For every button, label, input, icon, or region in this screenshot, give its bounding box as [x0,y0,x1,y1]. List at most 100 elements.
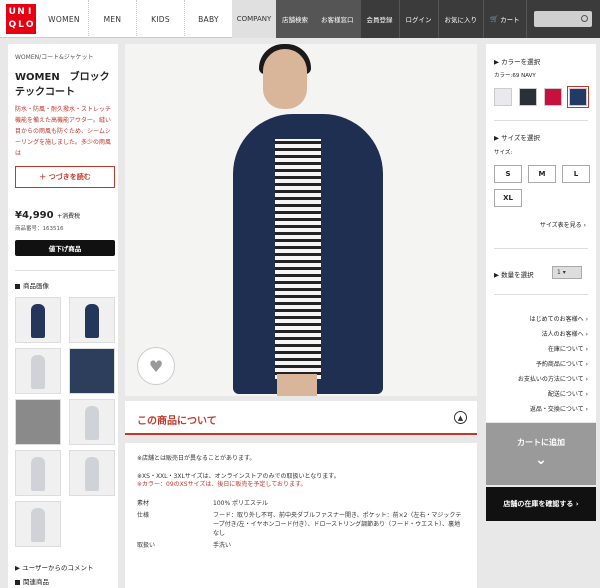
thumbnail-figure [85,406,99,440]
size-option[interactable]: S [494,165,522,183]
top-header: U N I Q L O WOMEN MEN KIDS BABY COMPANY … [0,0,600,38]
collapse-chevron-icon[interactable]: ▲ [454,411,467,424]
nav-kids[interactable]: KIDS [136,0,184,38]
product-images-heading: 商品画像 [15,280,49,290]
spec-row: 仕様 フード：取り外し不可、前中央ダブルファスナー開き、ポケット：前×2（左右・マ… [137,511,465,538]
thumbnail-figure [31,304,45,338]
logo-char: O [25,20,34,30]
note-store: ※店舗とは販売日が異なることがあります。 [137,455,256,462]
main-nav: WOMEN MEN KIDS BABY [40,0,232,38]
color-swatch[interactable] [544,88,562,106]
price-value: ¥4,990 [15,210,54,221]
search-input[interactable] [534,11,592,27]
quantity-select[interactable]: 1 ▾ [552,266,582,279]
nav-company[interactable]: COMPANY [232,0,276,38]
product-description: 防水・防風・耐久撥水・ストレッチ機能を備えた高機能アウター。縫い目からの雨風も防… [15,106,112,157]
divider [494,120,588,121]
product-details: ※店舗とは販売日が異なることがあります。 ※XS・XXL・3XLサイズは、オンラ… [125,443,477,588]
qty-value: 1 [557,269,561,276]
thumbnail[interactable] [15,348,61,394]
cart-link[interactable]: 🛒 カート [484,0,527,38]
size-guide-link[interactable]: サイズ表を見る › [540,220,586,229]
info-link[interactable]: お支払いの方法について [488,372,588,387]
square-bullet-icon [15,579,20,585]
info-link[interactable]: 返品・交換について [488,402,588,417]
color-heading: ▶ カラーを選択 [494,56,540,66]
size-option[interactable]: M [528,165,556,183]
add-to-cart-button[interactable]: カートに追加 ⌄ [486,423,596,485]
divider [494,248,588,249]
divider [494,294,588,295]
size-option[interactable]: XL [494,189,522,207]
thumbnail[interactable] [69,450,115,496]
size-heading: ▶ サイズを選択 [494,132,540,142]
breadcrumb[interactable]: WOMEN/コート&ジャケット [15,52,94,61]
purchase-panel: ▶ カラーを選択 カラー:69 NAVY ▶ サイズを選択 サイズ: S M L… [486,44,596,422]
info-links: はじめてのお客様へ 法人のお客様へ 在庫について 予約商品について お支払いの方… [488,312,588,417]
store-stock-label: 店舗の在庫を確認する [503,500,574,508]
check-store-stock-button[interactable]: 店舗の在庫を確認する › [486,487,596,521]
nav-women[interactable]: WOMEN [40,0,88,38]
striped-dress-shape [275,139,321,379]
customer-service-link[interactable]: お客様窓口 [315,0,361,38]
color-value: カラー:69 NAVY [494,73,536,79]
spec-value: フード：取り外し不可、前中央ダブルファスナー開き、ポケット：前×2（左右・マジッ… [213,512,462,537]
info-link[interactable]: 法人のお客様へ [488,327,588,342]
logo-char: Q [8,20,17,30]
thumbnail[interactable] [69,297,115,343]
square-bullet-icon [15,283,20,289]
spec-key: 取扱い [137,542,156,549]
logo-char: L [18,20,24,30]
chevron-right-icon: › [573,500,579,508]
thumbnail-figure [85,457,99,491]
nav-baby[interactable]: BABY [184,0,232,38]
face-shape [263,49,307,109]
plus-icon: ＋ [39,173,49,181]
tax-note: +消費税 [57,213,81,220]
register-link[interactable]: 会員登録 [361,0,400,38]
nav-men[interactable]: MEN [88,0,136,38]
size-label: サイズを選択 [501,134,540,142]
store-search-link[interactable]: 店舗検索 [276,0,315,38]
divider [15,270,115,271]
color-swatch[interactable] [494,88,512,106]
related-label: 関連商品 [23,578,49,586]
thumbnail[interactable] [15,399,61,445]
add-to-cart-label: カートに追加 [517,438,565,447]
favorite-heart-button[interactable]: ♥ [137,347,175,385]
size-options: S M L XL [494,165,590,207]
thumbnail[interactable] [69,348,115,394]
thumbnail[interactable] [15,297,61,343]
thumbnail[interactable] [15,501,61,547]
product-code: 商品番号：163516 [15,226,64,232]
about-product-header[interactable]: この商品について ▲ [125,401,477,435]
info-link[interactable]: 在庫について [488,342,588,357]
uniqlo-logo[interactable]: U N I Q L O [6,4,36,34]
info-link[interactable]: はじめてのお客様へ [488,312,588,327]
price-down-badge[interactable]: 値下げ商品 [15,240,115,256]
note-color: ※カラー：09のXSサイズは、後日に販売を予定しております。 [137,481,307,488]
thumbnail-figure [31,457,45,491]
product-title: WOMEN ブロックテックコート [15,72,110,98]
spec-row: 取扱い 手洗い [137,541,465,550]
color-label: カラーを選択 [501,58,541,66]
thumbnail-figure [31,355,45,389]
user-comments-link[interactable]: ▶ ユーザーからのコメント [15,562,115,572]
thumbnail[interactable] [69,399,115,445]
read-more-label: つづきを読む [48,173,91,181]
thumbnail-figure [85,304,99,338]
size-option[interactable]: L [562,165,590,183]
favorites-link[interactable]: お気に入り [439,0,484,38]
color-swatch-selected[interactable] [567,86,589,108]
login-link[interactable]: ログイン [400,0,439,38]
read-more-button[interactable]: ＋ つづきを読む [15,166,115,188]
search-icon[interactable] [581,15,588,22]
color-swatch[interactable] [519,88,537,106]
spec-key: 素材 [137,500,150,507]
size-guide-label: サイズ表を見る [539,222,582,229]
info-link[interactable]: 配送について [488,387,588,402]
thumbnail[interactable] [15,450,61,496]
heart-icon: ♥ [148,356,164,376]
info-link[interactable]: 予約商品について [488,357,588,372]
quantity-heading: ▶ 数量を選択 [494,269,534,279]
